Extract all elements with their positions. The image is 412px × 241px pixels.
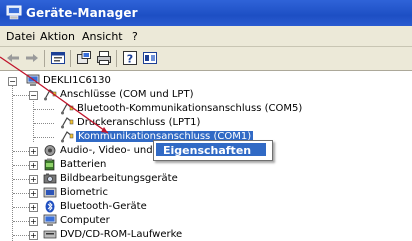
toolbar: ? <box>0 47 412 71</box>
port-icon <box>44 89 57 101</box>
category-biometric-label: Biometric <box>60 187 108 198</box>
dvd-drive-icon <box>43 230 57 239</box>
tree-category-imaging[interactable]: + Bildbearbeitungsgeräte <box>0 172 260 186</box>
port-bluetooth-label: Bluetooth-Kommunikationsanschluss (COM5) <box>77 103 303 114</box>
expand-computer-toggle[interactable]: + <box>29 217 38 226</box>
tree-root[interactable]: − DEKLI1C6130 <box>0 74 200 88</box>
context-menu: Eigenschaften <box>153 140 273 161</box>
back-icon[interactable] <box>5 50 21 66</box>
camera-icon <box>43 173 57 184</box>
computer-name: DEKLI1C6130 <box>43 75 111 86</box>
tree-category-biometric[interactable]: + Biometric <box>0 186 260 200</box>
tree-category-dvd[interactable]: + DVD/CD-ROM-Laufwerke <box>0 228 260 241</box>
expand-batteries-toggle[interactable]: + <box>29 161 38 170</box>
collapse-root-toggle[interactable]: − <box>8 77 17 86</box>
bluetooth-icon <box>45 200 55 213</box>
expand-audio-toggle[interactable]: + <box>29 147 38 156</box>
expand-biometric-toggle[interactable]: + <box>29 189 38 198</box>
ports-group-label: Anschlüsse (COM und LPT) <box>60 89 194 100</box>
title-bar[interactable]: Geräte-Manager <box>0 0 412 26</box>
battery-icon <box>44 158 55 171</box>
audio-icon <box>44 145 56 156</box>
category-audio-label: Audio-, Video- und G <box>60 145 164 156</box>
port-icon <box>61 103 74 115</box>
tree-port-bluetooth[interactable]: Bluetooth-Kommunikationsanschluss (COM5) <box>0 102 340 116</box>
forward-icon[interactable] <box>24 50 40 66</box>
biometric-icon <box>43 187 57 198</box>
category-dvd-label: DVD/CD-ROM-Laufwerke <box>60 229 183 240</box>
tree-port-lpt[interactable]: Druckeranschluss (LPT1) <box>0 116 260 130</box>
category-bluetooth-label: Bluetooth-Geräte <box>60 201 147 212</box>
category-imaging-label: Bildbearbeitungsgeräte <box>60 173 178 184</box>
computer-icon <box>43 214 57 226</box>
window-title: Geräte-Manager <box>26 6 138 20</box>
expand-bluetooth-toggle[interactable]: + <box>29 203 38 212</box>
category-batteries-label: Batterien <box>60 159 107 170</box>
menu-aktion[interactable]: Aktion <box>40 30 75 43</box>
expand-dvd-toggle[interactable]: + <box>29 231 38 240</box>
category-computer-label: Computer <box>60 215 110 226</box>
menu-datei[interactable]: Datei <box>6 30 35 43</box>
view-icon[interactable] <box>142 50 158 66</box>
expand-imaging-toggle[interactable]: + <box>29 175 38 184</box>
collapse-ports-toggle[interactable]: − <box>29 91 38 100</box>
scan-hardware-icon[interactable] <box>76 50 92 66</box>
port-icon <box>61 131 74 143</box>
print-icon[interactable] <box>96 50 112 66</box>
menu-help[interactable]: ? <box>132 30 138 43</box>
port-lpt-label: Druckeranschluss (LPT1) <box>77 117 201 128</box>
properties-icon[interactable] <box>50 50 66 66</box>
device-manager-icon <box>6 5 22 20</box>
properties-label: Eigenschaften <box>163 144 252 157</box>
menu-ansicht[interactable]: Ansicht <box>82 30 123 43</box>
tree-category-bluetooth[interactable]: + Bluetooth-Geräte <box>0 200 260 214</box>
context-menu-properties[interactable]: Eigenschaften <box>156 143 266 157</box>
help-icon[interactable]: ? <box>122 50 138 66</box>
computer-icon <box>26 74 40 86</box>
tree-category-computer[interactable]: + Computer <box>0 214 260 228</box>
port-icon <box>61 117 74 129</box>
menu-bar: Datei Aktion Ansicht ? <box>0 26 412 47</box>
tree-ports-group[interactable]: − Anschlüsse (COM und LPT) <box>0 88 260 102</box>
svg-text:?: ? <box>127 53 133 66</box>
